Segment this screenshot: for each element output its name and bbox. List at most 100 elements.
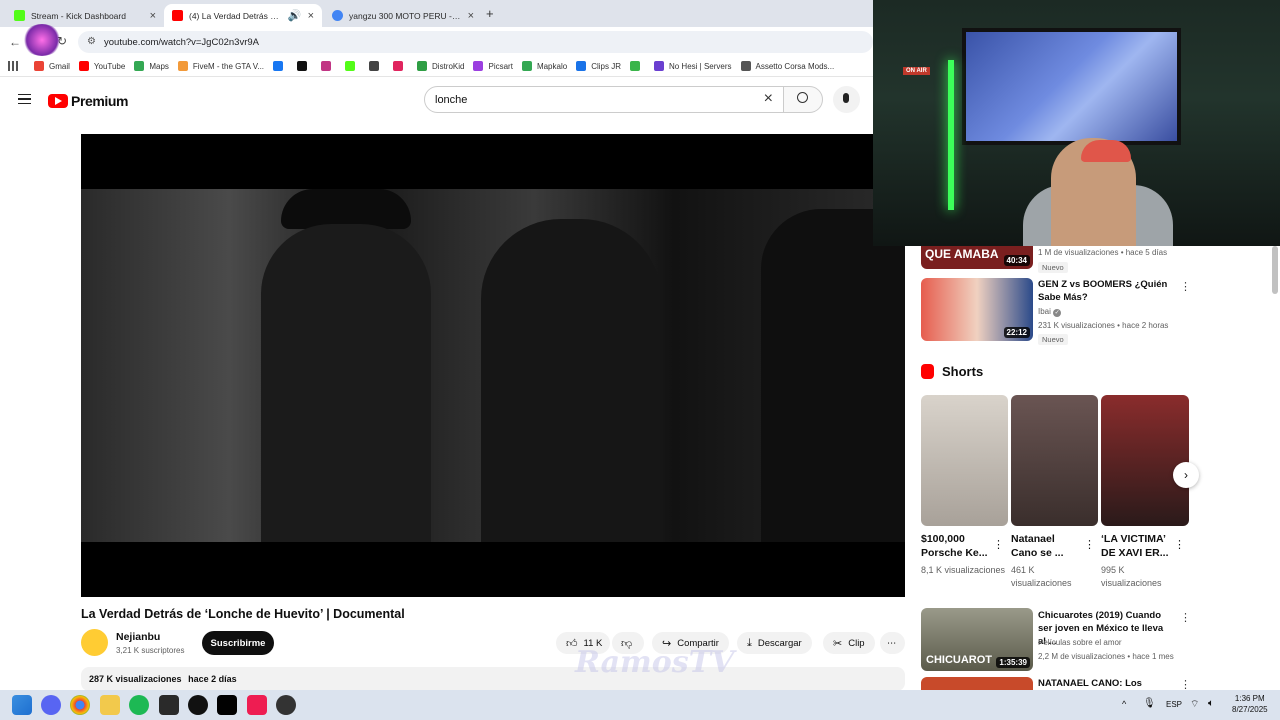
- site-info-icon[interactable]: ⚙: [87, 36, 96, 47]
- windows-start-icon[interactable]: [12, 695, 32, 715]
- bookmark-item[interactable]: [393, 61, 408, 71]
- short-title[interactable]: ‘LA VICTIMA’ DE XAVI ER...: [1101, 532, 1171, 560]
- clip-button[interactable]: ✂ Clip: [823, 632, 875, 654]
- bookmark-item[interactable]: Picsart: [473, 61, 513, 71]
- stream-overlay-icon: [22, 24, 62, 56]
- bookmarks-bar: Gmail YouTube Maps FiveM - the GTA V... Dist…: [0, 56, 873, 77]
- chevron-up-icon[interactable]: ^: [1122, 699, 1126, 709]
- openai-icon[interactable]: [188, 695, 208, 715]
- short-title[interactable]: $100,000 Porsche Ke...: [921, 532, 991, 560]
- tab-title: yangzu 300 MOTO PERU - Busc: [349, 10, 462, 21]
- bookmark-label: DistroKid: [432, 61, 465, 71]
- bookmark-icon: [273, 61, 284, 71]
- volume-icon[interactable]: 🔈︎: [1208, 698, 1214, 709]
- bookmark-label: Maps: [149, 61, 169, 71]
- description-box[interactable]: 287 K visualizaciones hace 2 días: [81, 667, 905, 691]
- bookmark-icon: [34, 61, 44, 71]
- bookmark-item[interactable]: [297, 61, 312, 71]
- new-tab-button[interactable]: +: [486, 6, 494, 21]
- tiktok-icon[interactable]: [217, 695, 237, 715]
- bookmark-item[interactable]: [629, 61, 645, 71]
- short-title[interactable]: Natanael Cano se ...: [1011, 532, 1081, 560]
- related-thumbnail[interactable]: QUE AMABA 40:34: [921, 246, 1033, 269]
- scrollbar-thumb[interactable]: [1272, 246, 1278, 294]
- bookmark-item[interactable]: Assetto Corsa Mods...: [740, 61, 834, 71]
- related-thumbnail[interactable]: 22:12: [921, 278, 1033, 341]
- short-thumbnail[interactable]: [921, 395, 1008, 526]
- back-icon[interactable]: ←: [9, 35, 21, 49]
- bookmark-item[interactable]: Gmail: [34, 61, 70, 71]
- download-button[interactable]: ⤓ Descargar: [737, 632, 812, 654]
- more-options-icon[interactable]: ⋮: [993, 538, 1004, 551]
- bookmark-item[interactable]: No Hesi | Servers: [653, 61, 732, 71]
- view-count: 287 K visualizaciones: [89, 674, 182, 684]
- address-bar[interactable]: ⚙ youtube.com/watch?v=JgC02n3vr9A: [78, 31, 873, 53]
- bookmark-icon: [521, 61, 532, 71]
- bookmark-item[interactable]: Maps: [134, 61, 169, 71]
- mic-icon[interactable]: 🎙︎: [1143, 698, 1156, 709]
- system-clock[interactable]: 1:36 PM 8/27/2025: [1232, 693, 1268, 715]
- bookmark-label: YouTube: [93, 61, 126, 71]
- tab-youtube-video[interactable]: (4) La Verdad Detrás de 'Lo 🔊 ×: [164, 4, 322, 27]
- wifi-icon[interactable]: ⌔: [1190, 698, 1199, 711]
- clear-search-icon[interactable]: ×: [764, 90, 773, 108]
- related-channel[interactable]: Películas sobre el amor: [1038, 638, 1122, 647]
- discord-icon[interactable]: [41, 695, 61, 715]
- file-explorer-icon[interactable]: [100, 695, 120, 715]
- subscribe-button[interactable]: Suscribirme: [202, 631, 274, 655]
- related-title[interactable]: GEN Z vs BOOMERS ¿Quién Sabe Más?: [1038, 278, 1173, 304]
- bookmark-item[interactable]: [321, 61, 336, 71]
- video-player[interactable]: [81, 134, 905, 597]
- search-icon: [797, 92, 808, 103]
- clip-label: Clip: [848, 637, 865, 649]
- close-icon[interactable]: ×: [468, 10, 474, 22]
- bookmark-item[interactable]: [345, 61, 360, 71]
- bookmark-item[interactable]: FiveM - the GTA V...: [177, 61, 264, 71]
- webcam-overlay: ON AIR: [873, 0, 1280, 246]
- channel-avatar[interactable]: [81, 629, 108, 656]
- more-actions-button[interactable]: ⋯: [880, 632, 905, 654]
- stream-app-icon[interactable]: [159, 695, 179, 715]
- bookmark-item[interactable]: YouTube: [78, 61, 126, 71]
- apps-icon[interactable]: [8, 61, 18, 71]
- search-button[interactable]: [783, 86, 823, 113]
- tiktok-live-icon[interactable]: [247, 695, 267, 715]
- bookmark-item[interactable]: [273, 61, 288, 71]
- channel-name[interactable]: Nejianbu: [116, 631, 160, 643]
- bookmark-label: Clips JR: [591, 61, 621, 71]
- shorts-next-button[interactable]: ›: [1173, 462, 1199, 488]
- short-thumbnail[interactable]: [1101, 395, 1189, 526]
- speaker-icon[interactable]: 🔊: [288, 9, 302, 22]
- menu-icon[interactable]: [18, 94, 31, 104]
- thumbnail-text: CHICUAROT: [926, 654, 992, 666]
- app-icon[interactable]: [276, 695, 296, 715]
- close-icon[interactable]: ×: [150, 10, 156, 22]
- bookmark-item[interactable]: Clips JR: [576, 61, 621, 71]
- chrome-icon[interactable]: [70, 695, 90, 715]
- mic-icon: [843, 93, 849, 103]
- related-channel[interactable]: Ibai ✓: [1038, 307, 1062, 317]
- related-thumbnail[interactable]: [921, 677, 1033, 690]
- youtube-logo[interactable]: Premium: [48, 93, 129, 109]
- spotify-icon[interactable]: [129, 695, 149, 715]
- more-options-icon[interactable]: ⋮: [1180, 280, 1191, 293]
- bookmark-icon: [417, 61, 428, 71]
- bookmark-item[interactable]: Mapkalo: [521, 61, 567, 71]
- short-views: 461 K visualizaciones: [1011, 565, 1072, 588]
- bookmark-item[interactable]: DistroKid: [417, 61, 464, 71]
- bookmark-icon: [345, 61, 356, 71]
- search-input[interactable]: lonche ×: [424, 86, 784, 113]
- related-thumbnail[interactable]: CHICUAROT 1:35:39: [921, 608, 1033, 671]
- tab-kick-dashboard[interactable]: Stream - Kick Dashboard ×: [6, 4, 164, 27]
- short-thumbnail[interactable]: [1011, 395, 1098, 526]
- more-options-icon[interactable]: ⋮: [1084, 538, 1095, 551]
- language-indicator[interactable]: ESP: [1166, 700, 1182, 709]
- shorts-heading: Shorts: [921, 364, 983, 379]
- tab-google-search[interactable]: yangzu 300 MOTO PERU - Busc ×: [324, 4, 482, 27]
- voice-search-button[interactable]: [833, 86, 860, 113]
- bookmark-item[interactable]: [369, 61, 384, 71]
- more-options-icon[interactable]: ⋮: [1180, 611, 1191, 624]
- more-options-icon[interactable]: ⋮: [1174, 538, 1185, 551]
- youtube-icon: [172, 10, 183, 21]
- close-icon[interactable]: ×: [308, 10, 314, 22]
